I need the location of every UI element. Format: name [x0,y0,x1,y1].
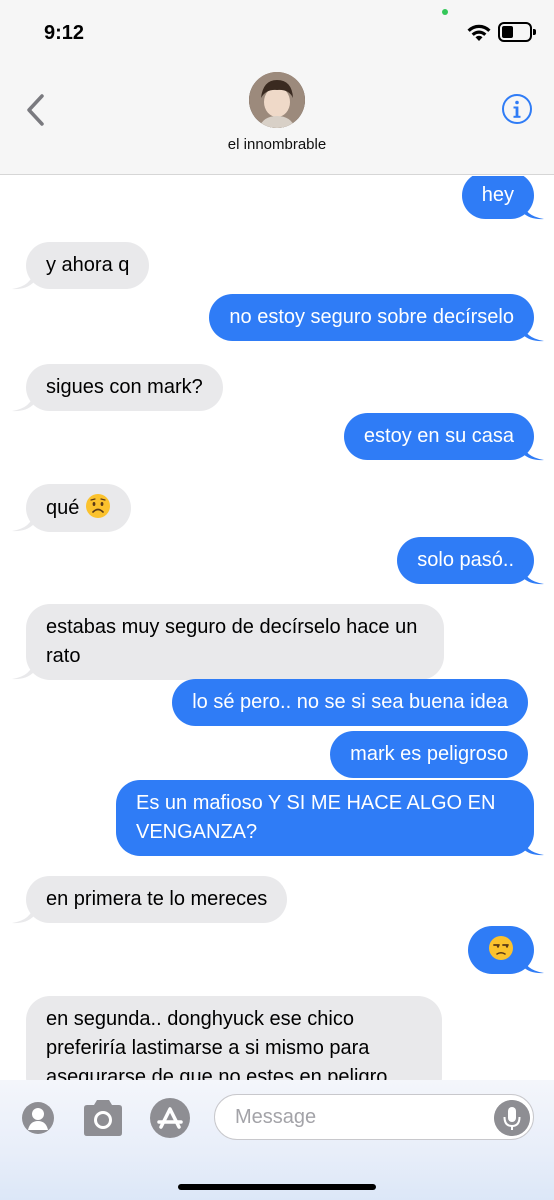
wifi-icon [467,24,491,41]
message-text: en primera te lo mereces [46,888,268,910]
message-list[interactable]: hey y ahora q no estoy seguro sobre decí… [0,176,554,1080]
unamused-face-emoji [489,936,513,960]
bubble-tail [12,270,34,290]
message-bubble-outgoing[interactable]: no estoy seguro sobre decírselo [209,294,534,341]
avatar[interactable] [249,72,305,128]
message-bubble-outgoing[interactable]: lo sé pero.. no se si sea buena idea [172,679,528,726]
message-text: y ahora q [46,254,130,276]
message-text: en segunda.. donghyuck ese chico preferi… [46,1008,388,1080]
app-store-icon[interactable] [148,1096,192,1140]
message-text: hey [481,184,514,206]
bubble-tail [522,954,544,974]
bubble-tail [522,200,544,220]
status-bar: 9:12 [0,0,554,62]
message-text: Es un mafioso Y SI ME HACE ALGO EN VENGA… [136,792,496,843]
home-indicator[interactable] [178,1184,376,1190]
worried-face-emoji [85,494,110,518]
battery-icon [498,22,532,42]
compose-bar [0,1080,554,1200]
message-bubble-incoming[interactable]: qué [26,484,131,532]
message-input[interactable] [214,1094,534,1140]
battery-level [502,26,513,38]
bubble-tail [12,660,34,680]
bubble-tail [522,565,544,585]
message-bubble-incoming[interactable]: sigues con mark? [26,364,223,411]
message-text: qué [46,497,80,519]
message-text: mark es peligroso [350,743,508,765]
bubble-tail [12,512,34,532]
camera-icon[interactable] [80,1098,126,1138]
message-bubble-incoming[interactable]: y ahora q [26,242,150,289]
bubble-tail [12,392,34,412]
info-circle-icon[interactable] [501,93,533,125]
message-text: lo sé pero.. no se si sea buena idea [192,691,508,713]
message-text: no estoy seguro sobre decírselo [229,306,514,328]
privacy-indicator-dot [442,9,448,15]
message-bubble-outgoing[interactable]: Es un mafioso Y SI ME HACE ALGO EN VENGA… [116,780,534,856]
microphone-icon[interactable] [494,1100,530,1136]
message-text: estabas muy seguro de decírselo hace un … [46,616,418,667]
avatar-photo [249,72,305,128]
message-bubble-incoming[interactable]: en primera te lo mereces [26,876,288,923]
memoji-icon[interactable] [20,1098,56,1138]
message-bubble-outgoing[interactable]: estoy en su casa [343,413,534,460]
message-text: estoy en su casa [363,425,514,447]
message-bubble-incoming[interactable]: estabas muy seguro de decírselo hace un … [26,604,444,680]
chevron-left-icon[interactable] [20,90,52,130]
battery-cap [533,29,536,35]
contact-name[interactable]: el innombrable [0,136,554,153]
message-text: sigues con mark? [46,376,203,398]
status-time: 9:12 [44,22,85,44]
message-bubble-outgoing[interactable]: solo pasó.. [397,537,534,584]
message-bubble-incoming[interactable]: en segunda.. donghyuck ese chico preferi… [26,996,442,1080]
conversation-header: el innombrable [0,62,554,175]
message-text: solo pasó.. [417,549,514,571]
bubble-tail [12,904,34,924]
message-bubble-outgoing[interactable]: mark es peligroso [330,731,528,778]
bubble-tail [522,836,544,856]
bubble-tail [522,441,544,461]
bubble-tail [522,322,544,342]
